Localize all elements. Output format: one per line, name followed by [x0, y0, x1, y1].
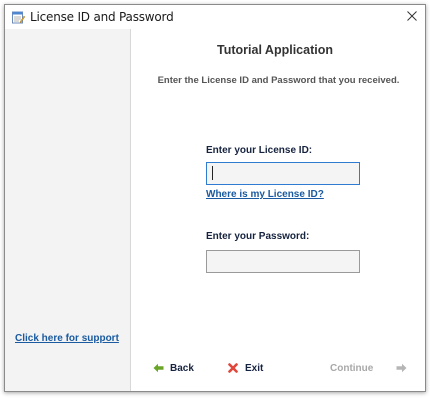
x-icon: [227, 362, 239, 374]
close-icon: [407, 8, 417, 26]
title-bar: License ID and Password: [5, 5, 425, 29]
arrow-left-icon: [152, 362, 164, 374]
continue-label: Continue: [330, 362, 374, 374]
continue-button[interactable]: Continue: [330, 360, 407, 376]
support-link[interactable]: Click here for support: [15, 333, 119, 344]
main-panel: Tutorial Application Enter the License I…: [132, 29, 425, 391]
password-input[interactable]: [206, 250, 360, 273]
exit-label: Exit: [245, 362, 264, 374]
password-label: Enter your Password:: [206, 231, 310, 242]
back-label: Back: [170, 362, 194, 374]
sidebar: Click here for support: [5, 29, 131, 391]
license-id-input[interactable]: [206, 162, 360, 185]
where-is-license-link[interactable]: Where is my License ID?: [206, 189, 324, 200]
back-button[interactable]: Back: [152, 360, 194, 376]
close-button[interactable]: [401, 6, 423, 28]
license-id-label: Enter your License ID:: [206, 145, 313, 156]
text-caret: [212, 166, 213, 180]
app-title: Tutorial Application: [217, 43, 333, 57]
notepad-icon: [11, 10, 26, 24]
arrow-right-icon: [395, 362, 407, 374]
license-dialog: License ID and Password Click here for s…: [4, 4, 426, 392]
exit-button[interactable]: Exit: [227, 360, 263, 376]
window-title: License ID and Password: [30, 10, 174, 24]
instruction-text: Enter the License ID and Password that y…: [157, 75, 400, 86]
